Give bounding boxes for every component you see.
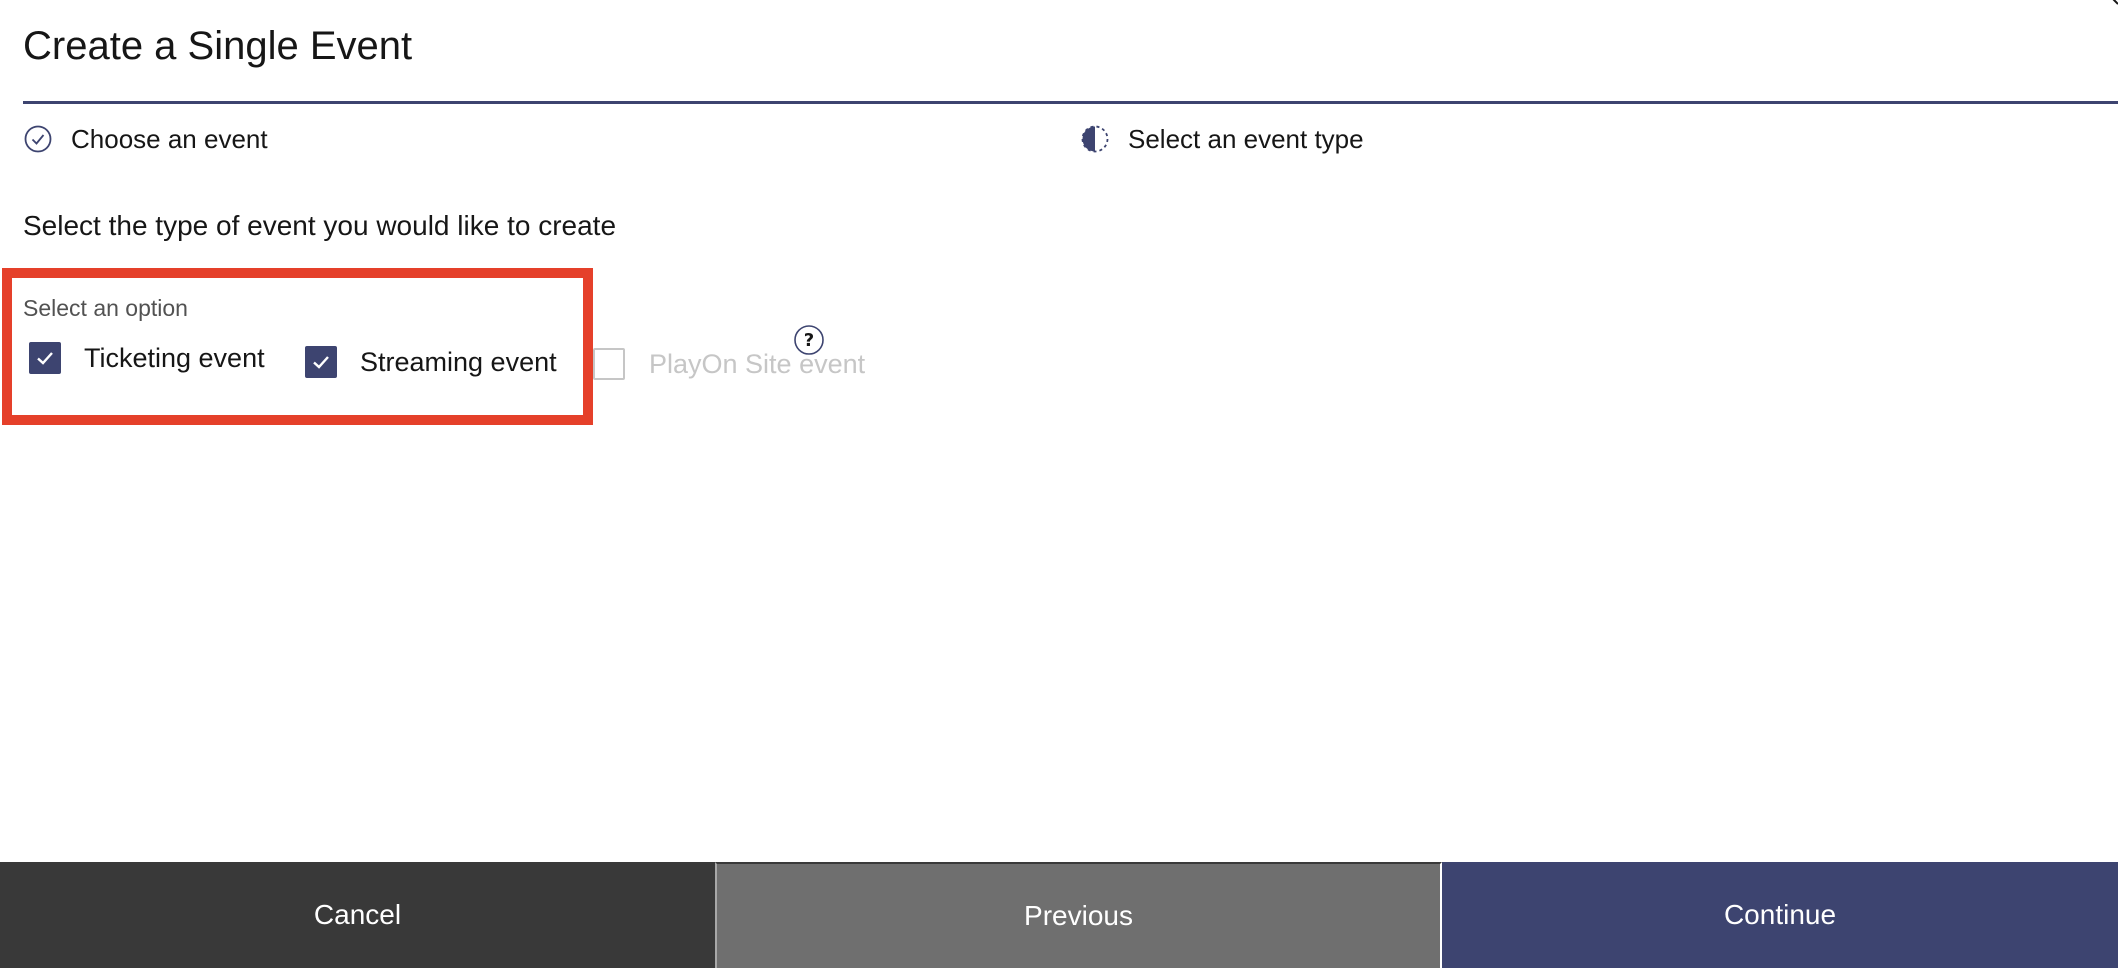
playon-site-event-label: PlayOn Site event (649, 349, 866, 379)
previous-button[interactable]: Previous (715, 862, 1442, 968)
checkmark-icon (313, 356, 329, 369)
checkmark-icon (37, 352, 53, 365)
checkmark-outline-icon (24, 125, 52, 153)
close-icon-glyph (2112, 0, 2118, 5)
options-legend: Select an option (23, 295, 188, 321)
option-streaming-event[interactable]: Streaming event (305, 344, 557, 380)
progress-step-choose-event[interactable]: Choose an event (23, 124, 268, 154)
modal-title: Create a Single Event (23, 24, 413, 68)
instruction-text: Select the type of event you would like … (23, 210, 617, 241)
progress-step-label: Choose an event (71, 124, 268, 154)
streaming-event-checkbox[interactable] (305, 346, 337, 378)
progress-step-select-event-type[interactable]: Select an event type (1080, 124, 1364, 154)
playon-site-event-checkbox (593, 348, 625, 380)
continue-button[interactable]: Continue (1442, 862, 2118, 968)
progress-step-label: Select an event type (1128, 124, 1364, 154)
progress-indicator-bar (23, 101, 2118, 104)
close-icon[interactable] (2098, 0, 2118, 10)
modal-footer: Cancel Previous Continue (0, 862, 2118, 968)
streaming-event-label: Streaming event (360, 347, 557, 377)
ticketing-event-checkbox[interactable] (29, 342, 61, 374)
cancel-button[interactable]: Cancel (0, 862, 715, 968)
incomplete-circle-icon (1081, 125, 1109, 153)
question-circle-icon[interactable]: ? (793, 324, 825, 356)
create-single-event-modal: Create a Single Event Choose an event Se… (0, 0, 2118, 968)
option-ticketing-event[interactable]: Ticketing event (29, 340, 265, 376)
svg-text:?: ? (804, 330, 814, 351)
ticketing-event-label: Ticketing event (84, 343, 265, 373)
question-circle-icon-glyph: ? (794, 325, 824, 355)
